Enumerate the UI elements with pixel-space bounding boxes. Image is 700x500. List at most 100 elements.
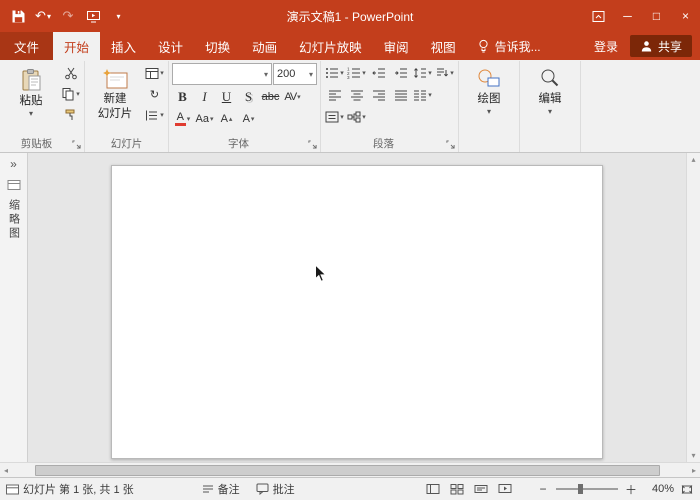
comments-toggle-button[interactable]: 批注 [256, 478, 295, 500]
drawing-menu-label: 绘图 [478, 93, 501, 106]
tab-animations[interactable]: 动画 [241, 32, 288, 60]
change-case-button[interactable]: Aa▾ [194, 109, 215, 129]
tell-me-box[interactable]: 告诉我... [467, 32, 551, 60]
layout-dropdown-icon: ▾ [160, 69, 164, 77]
font-size-combo[interactable]: 200 ▾ [273, 63, 317, 85]
reset-slide-button[interactable]: ↻ [144, 84, 165, 104]
expand-pane-icon[interactable]: » [10, 157, 17, 171]
undo-button[interactable]: ↶▾ [31, 4, 55, 28]
scroll-right-icon[interactable]: ▸ [692, 466, 696, 475]
tab-slideshow[interactable]: 幻灯片放映 [288, 32, 373, 60]
text-shadow-label: S [245, 89, 252, 105]
align-right-button[interactable] [368, 85, 389, 105]
copy-button[interactable]: ▾ [60, 84, 81, 104]
change-case-label: Aa [196, 113, 209, 125]
new-slide-icon [101, 67, 129, 91]
reading-view-button[interactable] [474, 478, 488, 500]
clipboard-dialog-launcher[interactable] [71, 139, 82, 150]
font-color-button[interactable]: A ▾ [172, 109, 193, 129]
tab-transitions[interactable]: 切换 [194, 32, 241, 60]
ribbon-display-options-button[interactable] [584, 0, 613, 32]
start-slideshow-button[interactable] [81, 4, 105, 28]
slideshow-view-button[interactable] [498, 478, 512, 500]
tab-insert[interactable]: 插入 [100, 32, 147, 60]
text-shadow-button[interactable]: S [238, 87, 259, 107]
section-button[interactable]: ▾ [144, 105, 165, 125]
paragraph-dialog-launcher[interactable] [445, 139, 456, 150]
drawing-menu-button[interactable]: 绘图 ▾ [462, 63, 516, 115]
fit-slide-to-window-button[interactable] [680, 478, 694, 500]
horizontal-scroll-thumb[interactable] [35, 465, 659, 476]
decrease-indent-button[interactable] [368, 63, 389, 83]
customize-qat-button[interactable]: ▾ [106, 4, 130, 28]
layout-button[interactable]: ▾ [144, 63, 165, 83]
redo-button[interactable]: ↷ [56, 4, 80, 28]
thumbnail-pane-collapsed[interactable]: » 缩略图 [0, 153, 28, 462]
align-right-icon [372, 89, 386, 101]
numbering-icon: 123 [347, 67, 361, 79]
italic-button[interactable]: I [194, 87, 215, 107]
scroll-up-icon[interactable]: ▴ [691, 155, 695, 164]
decrease-font-arrow-icon: ▾ [251, 115, 255, 123]
slide-sorter-view-button[interactable] [450, 478, 464, 500]
tab-file[interactable]: 文件 [0, 32, 53, 60]
notes-toggle-button[interactable]: 备注 [202, 478, 240, 500]
share-button[interactable]: 共享 [630, 35, 692, 57]
sign-in-button[interactable]: 登录 [582, 32, 630, 60]
convert-smartart-button[interactable]: ▾ [346, 107, 367, 127]
horizontal-scrollbar[interactable]: ◂ ▸ [0, 462, 700, 477]
minimize-button[interactable]: ─ [613, 0, 642, 32]
new-slide-button[interactable]: 新建 幻灯片 [88, 63, 142, 137]
columns-dropdown-icon: ▾ [428, 91, 432, 99]
text-direction-button[interactable]: ▾ [434, 63, 455, 83]
vertical-scrollbar[interactable]: ▴ ▾ [686, 153, 700, 462]
character-spacing-button[interactable]: AV▾ [282, 87, 303, 107]
editing-menu-button[interactable]: 编辑 ▾ [523, 63, 577, 115]
tab-review[interactable]: 审阅 [373, 32, 420, 60]
underline-button[interactable]: U [216, 87, 237, 107]
mouse-cursor [314, 264, 328, 284]
justify-button[interactable] [390, 85, 411, 105]
close-button[interactable]: × [671, 0, 700, 32]
align-left-icon [328, 89, 342, 101]
align-center-button[interactable] [346, 85, 367, 105]
slide-canvas[interactable] [111, 165, 603, 459]
horizontal-scroll-track[interactable] [8, 463, 692, 477]
zoom-percentage[interactable]: 40% [644, 483, 674, 495]
increase-indent-button[interactable] [390, 63, 411, 83]
tab-design[interactable]: 设计 [147, 32, 194, 60]
numbering-button[interactable]: 123 ▾ [346, 63, 367, 83]
powerpoint-window: 演示文稿1 - PowerPoint ↶▾ ↷ ▾ ─ □ × [0, 0, 700, 500]
decrease-font-size-button[interactable]: A▾ [238, 109, 259, 129]
increase-font-size-button[interactable]: A▴ [216, 109, 237, 129]
normal-view-button[interactable] [426, 478, 440, 500]
start-slideshow-icon [86, 9, 101, 24]
cut-button[interactable] [60, 63, 81, 83]
zoom-slider[interactable] [556, 483, 618, 495]
slide-number-indicator[interactable]: 幻灯片 第 1 张, 共 1 张 [6, 478, 134, 500]
font-dialog-launcher[interactable] [307, 139, 318, 150]
columns-button[interactable]: ▾ [412, 85, 433, 105]
tab-view[interactable]: 视图 [420, 32, 467, 60]
clipboard-group: 粘贴 ▾ ▾ 剪贴板 [1, 61, 85, 152]
bold-button[interactable]: B [172, 87, 193, 107]
font-name-combo[interactable]: ▾ [172, 63, 272, 85]
tab-home[interactable]: 开始 [53, 32, 100, 60]
line-spacing-button[interactable]: ▾ [412, 63, 433, 83]
share-person-icon [640, 40, 653, 53]
zoom-out-button[interactable]: − [536, 482, 550, 496]
align-left-button[interactable] [324, 85, 345, 105]
zoom-in-button[interactable]: ＋ [624, 481, 638, 498]
format-painter-button[interactable] [60, 105, 81, 125]
paste-button[interactable]: 粘贴 ▾ [4, 63, 58, 137]
save-button[interactable] [6, 4, 30, 28]
align-text-button[interactable]: ▾ [324, 107, 345, 127]
zoom-slider-thumb[interactable] [578, 484, 583, 494]
maximize-button[interactable]: □ [642, 0, 671, 32]
bullets-button[interactable]: ▾ [324, 63, 345, 83]
copy-icon [61, 87, 75, 101]
paste-icon [18, 67, 44, 93]
paragraph-group: ▾ 123 ▾ ▾ [321, 61, 459, 152]
scroll-down-icon[interactable]: ▾ [691, 451, 695, 460]
strikethrough-button[interactable]: abc [260, 87, 281, 107]
